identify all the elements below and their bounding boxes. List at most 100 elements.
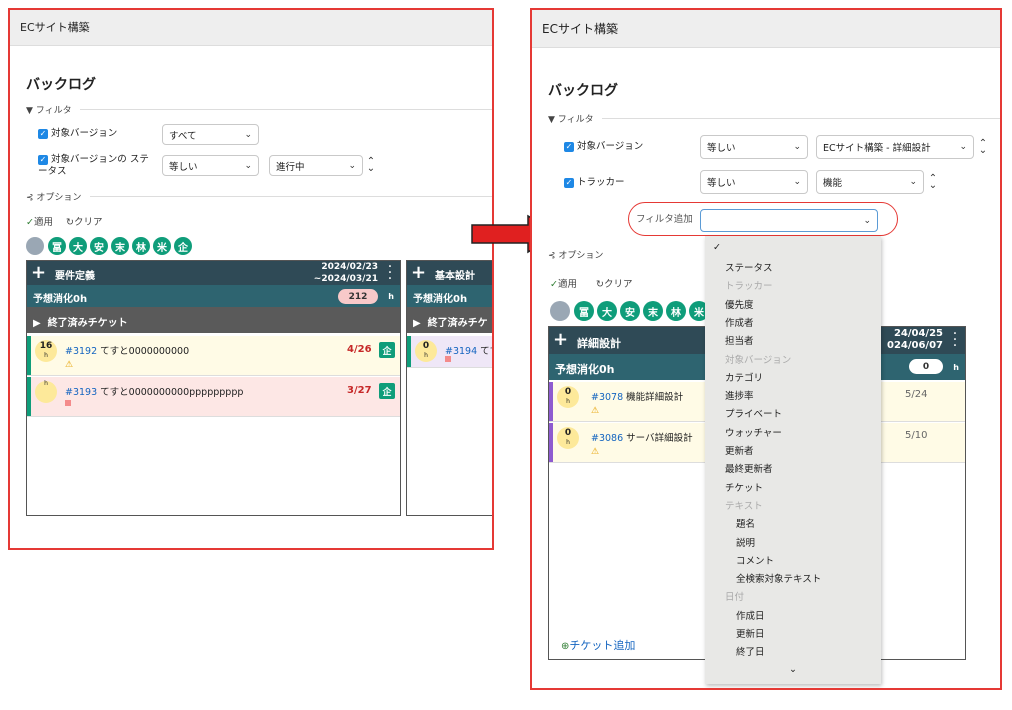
dropdown-option[interactable]: 更新日 bbox=[736, 626, 765, 640]
assignee-badge[interactable]: 企 bbox=[379, 342, 395, 358]
dropdown-option[interactable]: 担当者 bbox=[725, 333, 754, 347]
avatar-photo[interactable] bbox=[26, 237, 44, 255]
project-title: ECサイト構築 bbox=[532, 10, 1000, 48]
ticket-card[interactable]: 0h #3194 てす bbox=[407, 336, 492, 368]
column-dates: 2024/02/23 ~2024/03/21 bbox=[313, 262, 378, 284]
ticket-link[interactable]: #3193 bbox=[65, 387, 97, 398]
estimate-row: 予想消化0h bbox=[407, 285, 492, 307]
avatar[interactable]: 冨 bbox=[48, 237, 66, 255]
dropdown-option[interactable]: 優先度 bbox=[725, 297, 754, 311]
filter-operator-select[interactable]: 等しい ⌄ bbox=[700, 170, 808, 194]
ticket-card[interactable]: 16 h #3192 てすと0000000000 ⚠ 4/26 企 bbox=[27, 336, 400, 376]
dropdown-option: テキスト bbox=[725, 500, 763, 512]
chevron-down-icon: ⌄ bbox=[348, 160, 356, 171]
filter-tracker[interactable]: ✓ トラッカー bbox=[564, 177, 625, 189]
add-icon[interactable]: + bbox=[553, 330, 568, 350]
dropdown-option[interactable]: カテゴリ bbox=[725, 370, 763, 384]
reload-icon: ↻ bbox=[66, 217, 74, 228]
before-screenshot-panel: ECサイト構築 バックログ ▼ フィルタ ✓ 対象バージョン すべて ⌄ ✓ 対象バー… bbox=[8, 8, 494, 550]
ticket-card[interactable]: h #3193 てすと0000000000ppppppppp 3/27 企 bbox=[27, 377, 400, 417]
avatar[interactable]: 大 bbox=[69, 237, 87, 255]
page-title: バックログ bbox=[26, 77, 96, 93]
checkbox-checked-icon: ✓ bbox=[564, 141, 574, 152]
dropdown-option[interactable]: 進捗率 bbox=[725, 388, 754, 402]
dropdown-option[interactable]: 更新者 bbox=[725, 443, 754, 457]
dropdown-option[interactable]: 終了日 bbox=[736, 644, 765, 658]
dropdown-option[interactable]: プライベート bbox=[725, 406, 782, 420]
avatar[interactable]: 末 bbox=[111, 237, 129, 255]
hours-badge: h bbox=[35, 381, 57, 403]
scroll-down-chevron-icon[interactable]: ⌄ bbox=[789, 664, 797, 675]
column-name: 詳細設計 bbox=[577, 337, 621, 350]
filter-section-toggle[interactable]: ▼ フィルタ bbox=[548, 112, 594, 125]
filter-version-status[interactable]: ✓ 対象バージョンの ステータス bbox=[38, 154, 158, 178]
avatar[interactable]: 企 bbox=[174, 237, 192, 255]
ticket-link[interactable]: #3086 bbox=[591, 433, 623, 444]
dropdown-option[interactable]: 全検索対象テキスト bbox=[736, 571, 821, 585]
sort-updown-icon[interactable]: ⌃ ⌄ bbox=[978, 139, 988, 156]
dropdown-option[interactable]: 題名 bbox=[736, 516, 755, 530]
chevron-down-icon: ⌄ bbox=[244, 129, 252, 140]
avatar[interactable]: 米 bbox=[153, 237, 171, 255]
filter-add-label: フィルタ追加 bbox=[636, 214, 693, 225]
kebab-menu-icon[interactable]: · · · bbox=[387, 261, 393, 286]
closed-tickets-toggle[interactable]: ▶ 終了済みチケット bbox=[27, 307, 400, 333]
estimate-pill: 212 bbox=[338, 289, 378, 304]
dropdown-option[interactable]: チケット bbox=[725, 480, 763, 494]
filter-target-version[interactable]: ✓ 対象バージョン bbox=[564, 141, 643, 153]
closed-tickets-toggle[interactable]: ▶ 終了済みチケ bbox=[407, 307, 492, 333]
sort-updown-icon[interactable]: ⌃ ⌄ bbox=[366, 157, 376, 174]
filter-target-version[interactable]: ✓ 対象バージョン bbox=[38, 128, 117, 140]
avatar[interactable]: 冨 bbox=[574, 301, 594, 321]
ticket-link[interactable]: #3192 bbox=[65, 346, 97, 357]
avatar[interactable]: 末 bbox=[643, 301, 663, 321]
dropdown-option[interactable]: 作成日 bbox=[736, 608, 765, 622]
filter-add-select[interactable]: ⌄ bbox=[700, 209, 878, 232]
add-ticket-link[interactable]: ⊕チケット追加 bbox=[561, 637, 635, 653]
clear-link[interactable]: ↻クリア bbox=[66, 214, 102, 228]
filter-operator-select[interactable]: 等しい ⌄ bbox=[700, 135, 808, 159]
dropdown-check-icon: ✓ bbox=[713, 242, 721, 253]
dropdown-option[interactable]: 作成者 bbox=[725, 315, 754, 329]
ticket-link[interactable]: #3078 bbox=[591, 392, 623, 403]
filter-operator-select[interactable]: すべて ⌄ bbox=[162, 124, 259, 145]
checkbox-checked-icon: ✓ bbox=[564, 177, 574, 188]
filter-value-select[interactable]: 進行中 ⌄ bbox=[269, 155, 363, 176]
triangle-right-icon: ▶ bbox=[33, 318, 41, 329]
checkbox-checked-icon: ✓ bbox=[38, 154, 48, 165]
hours-badge: 0h bbox=[415, 340, 437, 362]
dropdown-option[interactable]: コメント bbox=[736, 553, 774, 567]
avatar[interactable]: 林 bbox=[666, 301, 686, 321]
sort-updown-icon[interactable]: ⌃ ⌄ bbox=[928, 174, 938, 191]
filter-section-toggle[interactable]: ▼ フィルタ bbox=[26, 103, 72, 116]
filter-value-select[interactable]: ECサイト構築 - 詳細設計 ⌄ bbox=[816, 135, 974, 159]
column-header: + 要件定義 2024/02/23 ~2024/03/21 · · · bbox=[27, 261, 400, 286]
column-name: 要件定義 bbox=[55, 271, 95, 282]
avatar[interactable]: 安 bbox=[90, 237, 108, 255]
dropdown-option[interactable]: 最終更新者 bbox=[725, 461, 773, 475]
dropdown-option[interactable]: ステータス bbox=[725, 260, 773, 274]
add-icon[interactable]: + bbox=[31, 263, 46, 283]
filter-value-select[interactable]: 機能 ⌄ bbox=[816, 170, 924, 194]
column-dates: 24/04/25 024/06/07 bbox=[886, 328, 943, 351]
avatar[interactable]: 安 bbox=[620, 301, 640, 321]
options-section-toggle[interactable]: ⊰ オプション bbox=[26, 190, 81, 203]
avatar[interactable]: 林 bbox=[132, 237, 150, 255]
assignee-badge[interactable]: 企 bbox=[379, 383, 395, 399]
apply-link[interactable]: ✓適用 bbox=[26, 214, 53, 228]
page-title: バックログ bbox=[548, 83, 618, 99]
add-icon[interactable]: + bbox=[411, 263, 426, 283]
apply-link[interactable]: ✓適用 bbox=[550, 276, 577, 290]
warning-icon: ⚠ bbox=[65, 360, 74, 370]
filter-operator-select[interactable]: 等しい ⌄ bbox=[162, 155, 259, 176]
chevron-down-icon: ⌄ bbox=[959, 142, 967, 152]
avatar[interactable]: 大 bbox=[597, 301, 617, 321]
hours-badge: 0h bbox=[557, 386, 579, 408]
kebab-menu-icon[interactable]: · · · bbox=[952, 327, 958, 353]
clear-link[interactable]: ↻クリア bbox=[596, 276, 632, 290]
avatar-photo[interactable] bbox=[550, 301, 570, 321]
chevron-down-icon: ⌄ bbox=[244, 160, 252, 171]
options-section-toggle[interactable]: ⊰ オプション bbox=[548, 248, 603, 261]
dropdown-option[interactable]: 説明 bbox=[736, 535, 755, 549]
dropdown-option[interactable]: ウォッチャー bbox=[725, 425, 782, 439]
